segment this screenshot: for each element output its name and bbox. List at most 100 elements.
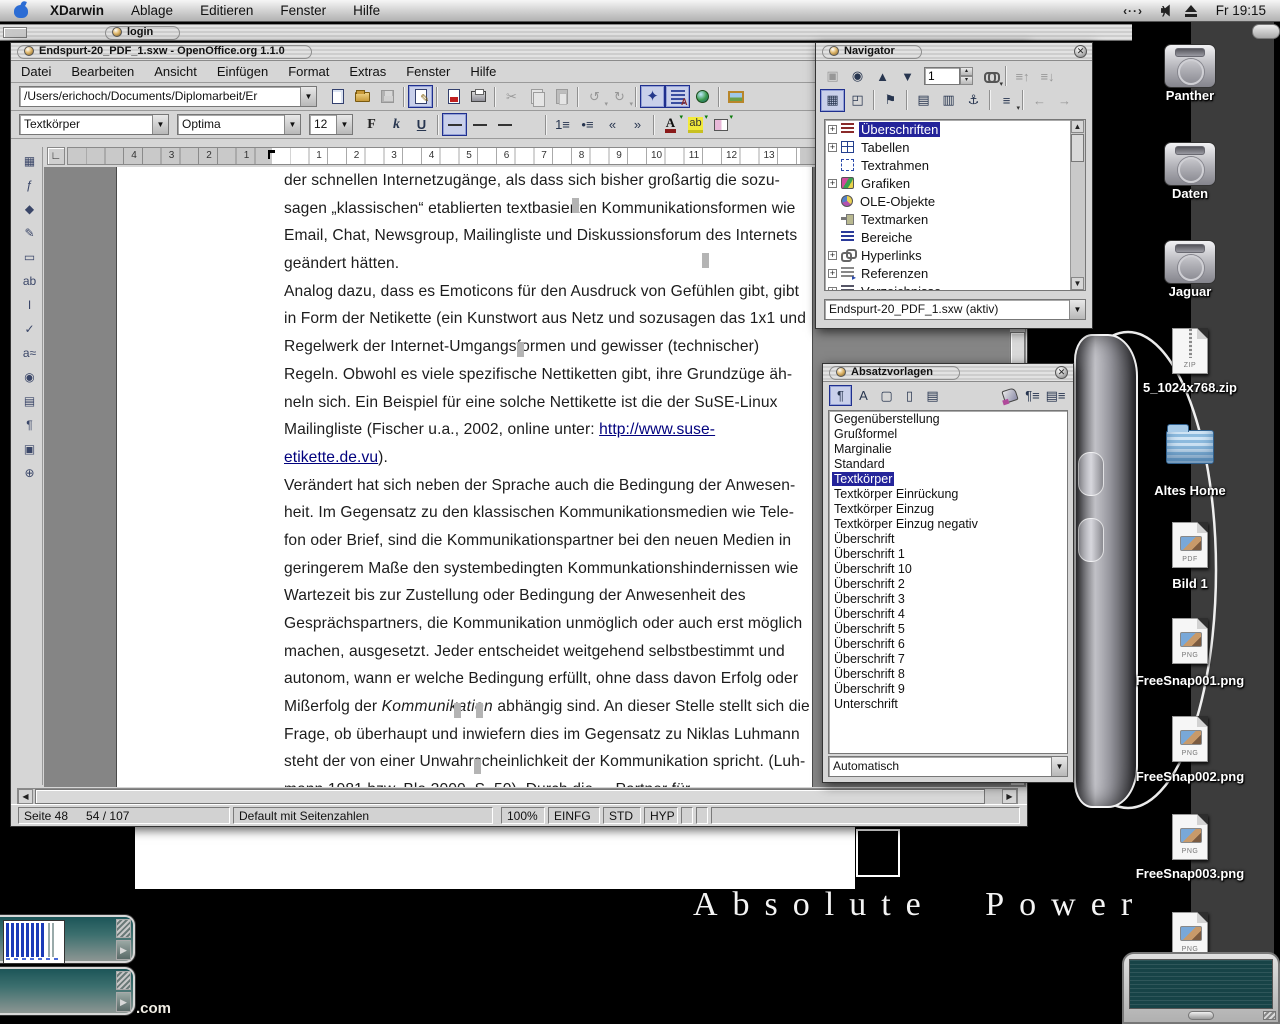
desktop-icon-Altes Home[interactable] <box>1166 430 1214 464</box>
font-color-button[interactable]: A <box>658 113 683 136</box>
navigation-button[interactable]: ◉ <box>845 65 870 88</box>
style-item[interactable]: Überschrift 10 <box>829 561 1067 576</box>
font-value[interactable]: Optima <box>178 115 284 134</box>
status-insert-mode[interactable]: EINFG <box>548 807 600 824</box>
data-sources-button[interactable]: ▤ <box>18 389 42 413</box>
insert-button[interactable]: ▦ <box>18 149 42 173</box>
bullet-list-button[interactable]: •≡ <box>575 113 600 136</box>
save-document-button[interactable] <box>375 85 400 108</box>
new-style-button[interactable]: ¶≡ <box>1021 385 1044 406</box>
style-filter-select[interactable]: Automatisch ▼ <box>828 756 1068 777</box>
gallery-button[interactable] <box>723 85 748 108</box>
style-item[interactable]: Überschrift 1 <box>829 546 1067 561</box>
style-item[interactable]: Unterschrift <box>829 696 1067 711</box>
redo-button[interactable]: ↻ <box>607 85 632 108</box>
navigator-item-textrahmen[interactable]: Textrahmen <box>825 156 1085 174</box>
status-page-style[interactable]: Default mit Seitenzahlen <box>233 807 493 824</box>
expand-arrow-icon[interactable]: ▶ <box>116 992 131 1012</box>
menu-app[interactable]: XDarwin <box>50 3 104 18</box>
menu-hilfe[interactable]: Hilfe <box>353 3 380 18</box>
size-value[interactable]: 12 <box>310 115 336 134</box>
navigator-button[interactable] <box>640 85 665 108</box>
paragraph-style-combobox[interactable]: Textkörper ▼ <box>19 114 169 135</box>
navigator-item-bereiche[interactable]: Bereiche <box>825 228 1085 246</box>
style-item[interactable]: Standard <box>829 456 1067 471</box>
drag-mode-button[interactable] <box>977 65 1002 88</box>
resize-handle-icon[interactable] <box>116 919 131 938</box>
menu-fenster[interactable]: Fenster <box>280 3 326 18</box>
writer-menu-bearbeiten[interactable]: Bearbeiten <box>71 64 134 79</box>
online-layout-button[interactable]: ⊕ <box>18 461 42 485</box>
scroll-thumb[interactable] <box>1071 134 1084 162</box>
writer-menu-format[interactable]: Format <box>288 64 329 79</box>
insert-object-button[interactable]: ◆ <box>18 197 42 221</box>
stylist-title-tab[interactable]: Absatzvorlagen <box>829 366 960 380</box>
decrease-indent-button[interactable]: « <box>600 113 625 136</box>
undo-button[interactable]: ↺ <box>582 85 607 108</box>
writer-title-tab[interactable]: Endspurt-20_PDF_1.sxw - OpenOffice.org 1… <box>17 45 312 59</box>
resize-handle-icon[interactable] <box>116 971 131 990</box>
numbered-list-button[interactable]: 1≡ <box>550 113 575 136</box>
desktop-icon-Panther[interactable] <box>1164 44 1216 88</box>
character-styles-button[interactable]: A <box>852 385 875 406</box>
writer-menu-hilfe[interactable]: Hilfe <box>470 64 496 79</box>
style-dropdown-button[interactable]: ▼ <box>152 115 168 134</box>
close-icon[interactable]: ✕ <box>1055 366 1068 379</box>
collapse-box-icon[interactable] <box>3 27 27 38</box>
navigator-item-verzeichnisse[interactable]: +Verzeichnisse <box>825 282 1085 291</box>
navigator-item-tabellen[interactable]: +Tabellen <box>825 138 1085 156</box>
navigator-item-textmarken[interactable]: Textmarken <box>825 210 1085 228</box>
navigator-title-tab[interactable]: Navigator <box>822 45 922 59</box>
align-left-button[interactable] <box>442 113 467 136</box>
apple-menu-icon[interactable] <box>14 3 28 18</box>
data-source-toggle-button[interactable]: ▣ <box>820 65 845 88</box>
writer-menu-ansicht[interactable]: Ansicht <box>154 64 197 79</box>
navigator-item-hyperlinks[interactable]: +Hyperlinks <box>825 246 1085 264</box>
desktop-icon-5_1024x768.zip[interactable]: ZIP <box>1172 328 1208 374</box>
paragraph-styles-button[interactable]: ¶ <box>829 385 852 406</box>
status-page[interactable]: Seite 48 54 / 107 <box>18 807 230 824</box>
desktop-icon-label[interactable]: Bild 1 <box>1172 576 1207 591</box>
style-item[interactable]: Textkörper Einzug <box>829 501 1067 516</box>
fill-format-button[interactable] <box>998 385 1021 406</box>
italic-button[interactable]: k <box>384 113 409 136</box>
menu-ablage[interactable]: Ablage <box>131 3 173 18</box>
expander-icon[interactable]: + <box>828 251 837 260</box>
status-selection-mode[interactable]: STD <box>603 807 641 824</box>
anchor-text-button[interactable]: ⚓ <box>961 89 986 112</box>
increase-indent-button[interactable]: » <box>625 113 650 136</box>
close-icon[interactable]: ✕ <box>1074 45 1087 58</box>
edit-file-button[interactable] <box>408 85 433 108</box>
expand-arrow-icon[interactable]: ▶ <box>116 940 131 960</box>
navigator-titlebar[interactable]: Navigator ✕ <box>816 43 1092 61</box>
url-combobox[interactable]: /Users/erichoch/Documents/Diplomarbeit/E… <box>19 86 317 107</box>
style-item[interactable]: Überschrift 6 <box>829 636 1067 651</box>
style-item[interactable]: Textkörper <box>829 471 1067 486</box>
collapsed-window-plain[interactable]: ▶ <box>0 967 135 1015</box>
frame-styles-button[interactable]: ▢ <box>875 385 898 406</box>
expander-icon[interactable]: + <box>828 179 837 188</box>
style-item[interactable]: Textkörper Einrückung <box>829 486 1067 501</box>
terminal-content[interactable] <box>1129 959 1273 1009</box>
style-item[interactable]: Textkörper Einzug negativ <box>829 516 1067 531</box>
new-document-button[interactable] <box>325 85 350 108</box>
page-styles-button[interactable]: ▯ <box>898 385 921 406</box>
navigator-item-grafiken[interactable]: +Grafiken <box>825 174 1085 192</box>
hyperlink-dialog-button[interactable] <box>690 85 715 108</box>
cut-button[interactable]: ✂ <box>499 85 524 108</box>
style-item[interactable]: Überschrift 2 <box>829 576 1067 591</box>
writer-menu-extras[interactable]: Extras <box>349 64 386 79</box>
style-item[interactable]: Überschrift <box>829 531 1067 546</box>
terminal-window[interactable] <box>1122 952 1280 1024</box>
desktop-icon-label[interactable]: FreeSnap003.png <box>1136 866 1244 881</box>
document-page[interactable]: der schnellen Internetzugänge, als dass … <box>116 167 813 787</box>
demote-chapter-button[interactable]: ≡↓ <box>1035 65 1060 88</box>
desktop-icon-label[interactable]: FreeSnap002.png <box>1136 769 1244 784</box>
status-zoom[interactable]: 100% <box>501 807 545 824</box>
tab-type-selector[interactable]: ∟ <box>47 147 65 165</box>
scroll-left-icon[interactable]: ◀ <box>18 789 33 804</box>
header-button[interactable]: ▤ <box>911 89 936 112</box>
insert-fields-button[interactable]: ƒ <box>18 173 42 197</box>
terminal-scroll-thumb[interactable] <box>1188 1011 1214 1020</box>
scroll-up-icon[interactable]: ▲ <box>1071 120 1084 133</box>
